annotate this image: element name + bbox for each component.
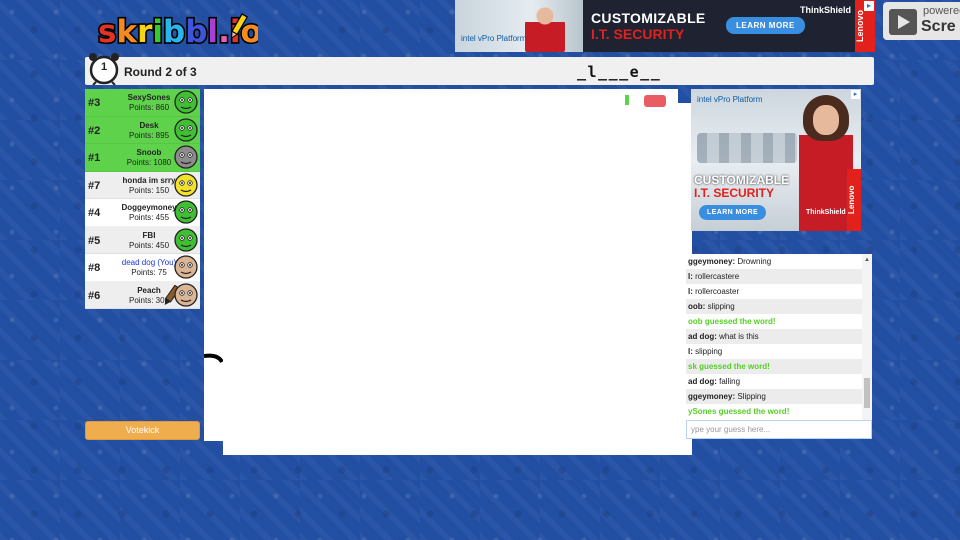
chat-message: ggeymoney: Drowning: [686, 254, 862, 269]
ad-brand: ThinkShield: [799, 5, 851, 15]
ad-photo: intel vPro Platform: [455, 0, 583, 52]
chat-text: Drowning: [737, 257, 772, 266]
scroll-up-icon[interactable]: ▲: [864, 257, 870, 263]
player-row[interactable]: #2 Desk Points: 895: [85, 116, 200, 144]
ad-brand: ThinkShield: [806, 209, 846, 216]
avatar-icon: [174, 172, 198, 197]
powered-label: powered: [923, 5, 960, 17]
chat-author: ad dog: [688, 377, 715, 386]
chat-author: ggeymoney: [688, 257, 733, 266]
chat-log[interactable]: ggeymoney: Drowning l: rollercastere l: ro…: [686, 254, 872, 420]
powered-name: Scre: [921, 18, 956, 35]
chat-message: l: rollercoaster: [686, 284, 862, 299]
top-ad-banner[interactable]: intel vPro Platform CUSTOMIZABLE I.T. SE…: [455, 0, 875, 52]
ad-face: [813, 105, 839, 135]
canvas-tools[interactable]: [622, 93, 668, 107]
scrollbar-thumb[interactable]: [864, 378, 870, 408]
player-rank: #6: [88, 289, 101, 302]
avatar-icon: [174, 227, 198, 252]
round-bar: 1 Round 2 of 3 _l___e__: [85, 53, 874, 86]
powered-by-badge[interactable]: powered Scre: [883, 2, 960, 40]
play-icon: [889, 9, 917, 35]
chat-message: ggeymoney: Slipping: [686, 389, 862, 404]
player-rank: #2: [88, 124, 101, 137]
player-list: #3 SexySones Points: 860 #2 Desk Points: 895 #…: [85, 89, 200, 309]
avatar-icon: [174, 90, 198, 114]
player-rank: #8: [88, 262, 101, 274]
player-row[interactable]: #3 SexySones Points: 860: [85, 89, 200, 117]
ad-choices-icon[interactable]: ▸: [851, 90, 860, 99]
chat-author: ggeymoney: [688, 392, 733, 401]
skribbl-logo-icon: skribbl.io: [96, 12, 263, 51]
avatar-icon: [174, 117, 198, 142]
chat-author: oob: [688, 302, 703, 311]
thumb-icon[interactable]: [625, 95, 629, 105]
ad-woman-image: [525, 6, 565, 52]
ad-choices-icon[interactable]: ▸: [864, 1, 874, 11]
avatar-icon: [174, 255, 198, 279]
chat-author: ad dog: [688, 332, 715, 341]
timer-value: 1: [100, 61, 108, 73]
avatar-icon: [174, 200, 198, 224]
player-rank: #3: [88, 97, 101, 109]
chat-text: Slipping: [737, 392, 766, 401]
avatar-icon: [174, 282, 198, 307]
chat-text: slipping: [707, 302, 735, 311]
chat-text: sk guessed the word!: [688, 362, 770, 371]
chat-message: ad dog: what is this: [686, 329, 862, 344]
player-row[interactable]: #7 honda im srry Points: 150: [85, 171, 200, 199]
player-row[interactable]: #1 Snoob Points: 1080: [85, 144, 200, 172]
chat-text: falling: [719, 377, 741, 386]
chat-message: l: slipping: [686, 344, 862, 359]
votekick-button[interactable]: Votekick: [85, 421, 200, 440]
ad-background-people: [697, 133, 797, 163]
chat-system-message: ySones guessed the word!: [686, 404, 862, 419]
player-row[interactable]: #5 FBI Points: 450: [85, 226, 200, 254]
player-rank: #5: [88, 234, 101, 247]
intel-logo: intel vPro Platform: [697, 95, 763, 104]
chat-message: l: rollercastere: [686, 269, 862, 284]
flag-icon[interactable]: [644, 95, 666, 107]
player-rank: #7: [88, 179, 101, 192]
drawing-canvas[interactable]: [223, 103, 692, 455]
player-rank: #4: [88, 207, 101, 219]
side-ad-banner[interactable]: intel vPro Platform CUSTOMIZABLE I.T. SE…: [691, 89, 861, 231]
player-rank: #1: [88, 152, 101, 164]
chat-text: ySones guessed the word!: [688, 407, 790, 416]
chat-text: oob guessed the word!: [688, 317, 776, 326]
ad-headline-2: I.T. SECURITY: [694, 186, 775, 200]
chat-system-message: oob guessed the word!: [686, 314, 862, 329]
chat-message: oob: slipping: [686, 299, 862, 314]
intel-logo: intel vPro Platform: [461, 34, 527, 43]
ad-headline-1: CUSTOMIZABLE: [694, 173, 790, 187]
chat-message: ad dog: falling: [686, 374, 862, 389]
chat-system-message: sk guessed the word!: [686, 359, 862, 374]
alarm-clock-icon: 1: [87, 51, 121, 86]
player-row[interactable]: #8 dead dog (You) Points: 75: [85, 254, 200, 282]
player-row[interactable]: #4 Doggeymoney Points: 455: [85, 199, 200, 227]
chat-text: rollercoaster: [695, 287, 740, 296]
player-row[interactable]: #6 Peach Points: 300: [85, 281, 200, 309]
guess-input[interactable]: [686, 420, 872, 439]
skribbl-logo: skribbl.io: [96, 10, 263, 51]
ad-learn-more-button[interactable]: LEARN MORE: [699, 205, 767, 220]
ad-side-brand: Lenovo: [847, 169, 861, 231]
chat-text: slipping: [695, 347, 723, 356]
round-indicator: Round 2 of 3: [124, 65, 197, 79]
word-hint: _l___e__: [577, 63, 662, 81]
ad-learn-more-button[interactable]: LEARN MORE: [726, 17, 805, 34]
chat-text: rollercastere: [695, 272, 740, 281]
chat-scrollbar[interactable]: ▲: [862, 254, 872, 420]
avatar-icon: [174, 145, 198, 169]
chat-text: what is this: [719, 332, 759, 341]
